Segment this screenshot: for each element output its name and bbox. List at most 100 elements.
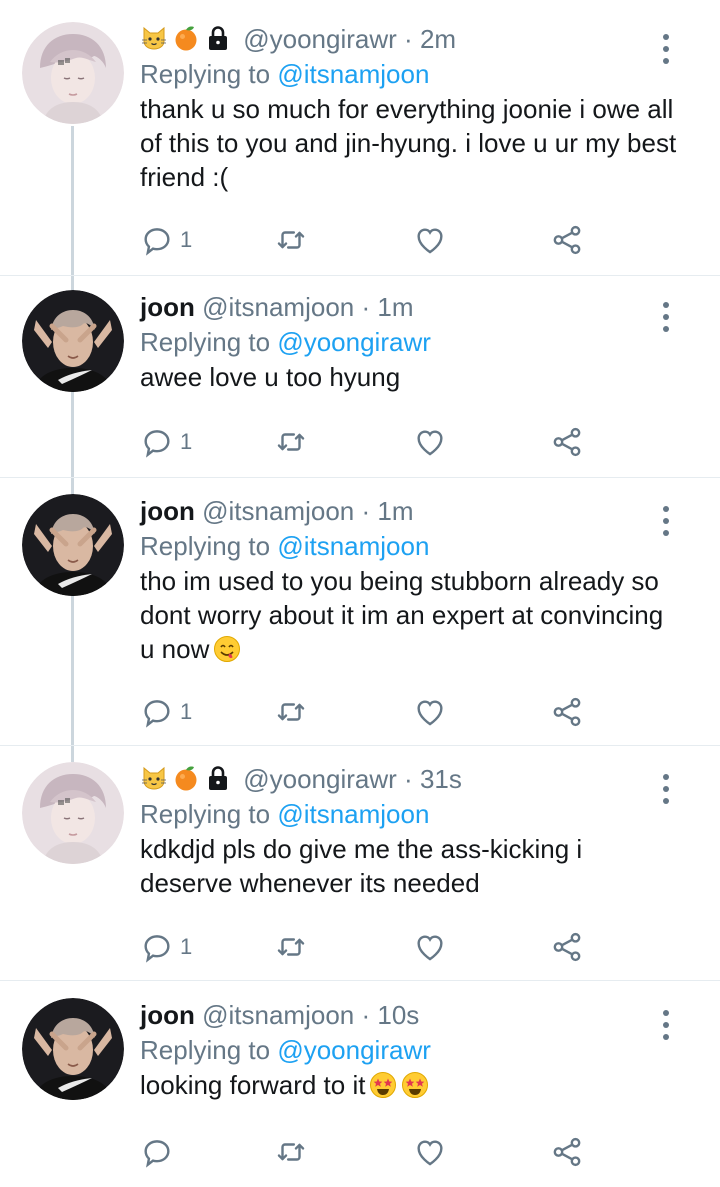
like-button[interactable] — [413, 220, 447, 260]
tweet-actions: 1 — [140, 927, 600, 967]
tweet-actions: 1 — [140, 220, 600, 260]
mention-link[interactable]: @yoongirawr — [277, 1035, 431, 1065]
like-button[interactable] — [413, 692, 447, 732]
reply-count: 1 — [180, 227, 193, 252]
tweet-item[interactable]: joon @itsnamjoon · 1m Replying to @itsnam… — [0, 494, 720, 745]
replying-to-label: Replying to — [140, 531, 271, 561]
avatar[interactable] — [22, 22, 124, 124]
mention-link[interactable]: @itsnamjoon — [277, 531, 429, 561]
lock-icon — [204, 764, 232, 792]
more-options-icon[interactable] — [654, 772, 678, 806]
like-button[interactable] — [413, 927, 447, 967]
heart-icon — [413, 695, 447, 729]
retweet-button[interactable] — [274, 422, 308, 462]
cat-face-icon — [140, 24, 168, 52]
reply-button[interactable]: 1 — [140, 692, 192, 732]
tangerine-icon — [172, 24, 200, 52]
retweet-button[interactable] — [274, 220, 308, 260]
timestamp[interactable]: 10s — [377, 1000, 419, 1030]
comment-icon — [140, 930, 174, 964]
user-handle[interactable]: @yoongirawr — [243, 24, 397, 54]
display-name[interactable]: joon — [140, 292, 195, 322]
more-options-icon[interactable] — [654, 1008, 678, 1042]
star-struck-emoji — [369, 1071, 397, 1099]
reply-button[interactable]: 1 — [140, 422, 192, 462]
reply-button[interactable] — [140, 1132, 180, 1172]
share-button[interactable] — [550, 1132, 584, 1172]
avatar[interactable] — [22, 290, 124, 392]
retweet-icon — [274, 930, 308, 964]
like-button[interactable] — [413, 1132, 447, 1172]
reply-button[interactable]: 1 — [140, 927, 192, 967]
mention-link[interactable]: @yoongirawr — [277, 327, 431, 357]
separator-dot: · — [361, 292, 371, 322]
retweet-button[interactable] — [274, 1132, 308, 1172]
separator-dot: · — [404, 764, 413, 794]
tweet-header: joon @itsnamjoon · 1m — [140, 494, 414, 528]
retweet-icon — [274, 695, 308, 729]
share-button[interactable] — [550, 927, 584, 967]
tweet-item[interactable]: joon @itsnamjoon · 1m Replying to @yoongi… — [0, 290, 720, 477]
retweet-icon — [274, 425, 308, 459]
tweet-divider — [0, 477, 720, 478]
more-options-icon[interactable] — [654, 32, 678, 66]
share-icon — [550, 223, 584, 257]
share-button[interactable] — [550, 692, 584, 732]
avatar[interactable] — [22, 494, 124, 596]
tweet-text-content: thank u so much for everything joonie i … — [140, 94, 677, 192]
mention-link[interactable]: @itsnamjoon — [277, 799, 429, 829]
retweet-button[interactable] — [274, 692, 308, 732]
more-options-icon[interactable] — [654, 300, 678, 334]
replying-to-label: Replying to — [140, 799, 271, 829]
timestamp[interactable]: 1m — [377, 292, 413, 322]
share-button[interactable] — [550, 220, 584, 260]
timestamp[interactable]: 2m — [420, 24, 456, 54]
replying-to-line: Replying to @yoongirawr — [140, 1033, 431, 1067]
tweet-text-content: awee love u too hyung — [140, 362, 401, 392]
reply-button[interactable]: 1 — [140, 220, 192, 260]
user-handle[interactable]: @itsnamjoon — [202, 1000, 354, 1030]
tweet-divider — [0, 745, 720, 746]
comment-icon — [140, 425, 174, 459]
tweet-divider — [0, 980, 720, 981]
heart-icon — [413, 223, 447, 257]
comment-icon — [140, 695, 174, 729]
tweet-text: awee love u too hyung — [140, 360, 680, 394]
timestamp[interactable]: 1m — [377, 496, 413, 526]
reply-count: 1 — [180, 699, 193, 724]
display-name[interactable]: joon — [140, 496, 195, 526]
timestamp[interactable]: 31s — [420, 764, 462, 794]
retweet-button[interactable] — [274, 927, 308, 967]
share-button[interactable] — [550, 422, 584, 462]
more-options-icon[interactable] — [654, 504, 678, 538]
tweet-text: tho im used to you being stubborn alread… — [140, 564, 680, 666]
avatar[interactable] — [22, 998, 124, 1100]
user-handle[interactable]: @itsnamjoon — [202, 292, 354, 322]
tweet-item[interactable]: @yoongirawr · 2m Replying to @itsnamjoon t… — [0, 22, 720, 275]
mention-link[interactable]: @itsnamjoon — [277, 59, 429, 89]
user-handle[interactable]: @yoongirawr — [243, 764, 397, 794]
like-button[interactable] — [413, 422, 447, 462]
tweet-item[interactable]: @yoongirawr · 31s Replying to @itsnamjoon… — [0, 762, 720, 980]
tweet-text: looking forward to it — [140, 1068, 680, 1102]
comment-icon — [140, 223, 174, 257]
avatar[interactable] — [22, 762, 124, 864]
tweet-header: joon @itsnamjoon · 10s — [140, 998, 419, 1032]
separator-dot: · — [361, 496, 371, 526]
tweet-actions: 1 — [140, 422, 600, 462]
reply-count: 1 — [180, 429, 193, 454]
user-handle[interactable]: @itsnamjoon — [202, 496, 354, 526]
share-icon — [550, 425, 584, 459]
reply-count: 1 — [180, 934, 193, 959]
tweet-header: @yoongirawr · 2m — [140, 22, 456, 56]
tweet-actions — [140, 1132, 600, 1172]
heart-icon — [413, 1135, 447, 1169]
tweet-header: joon @itsnamjoon · 1m — [140, 290, 414, 324]
tweet-actions: 1 — [140, 692, 600, 732]
tweet-item[interactable]: joon @itsnamjoon · 10s Replying to @yoong… — [0, 998, 720, 1187]
tweet-header: @yoongirawr · 31s — [140, 762, 462, 796]
display-name[interactable]: joon — [140, 1000, 195, 1030]
replying-to-label: Replying to — [140, 327, 271, 357]
tweet-text-content: kdkdjd pls do give me the ass-kicking i … — [140, 834, 583, 898]
share-icon — [550, 930, 584, 964]
